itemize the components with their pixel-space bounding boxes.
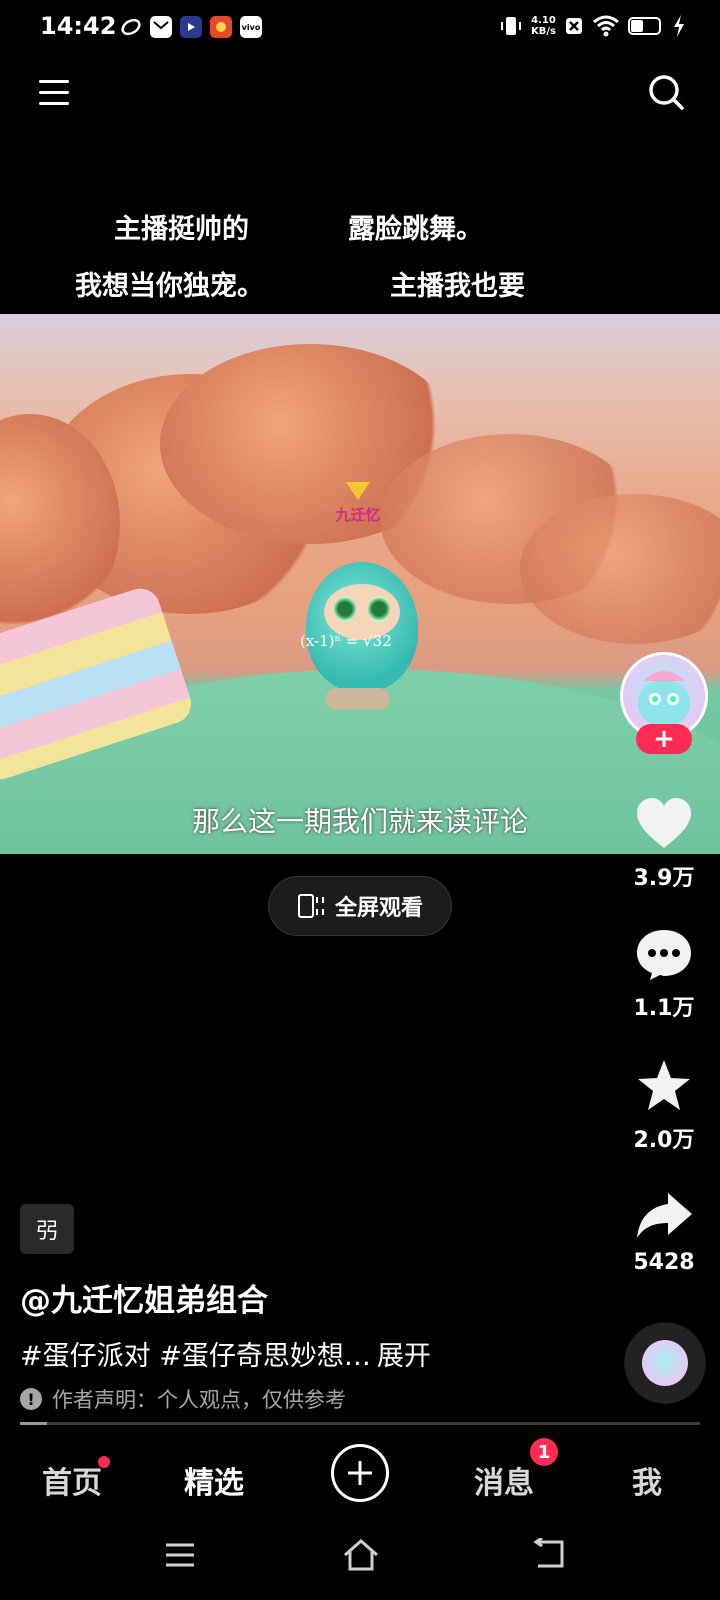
tag-chip[interactable]: 弜 (20, 1204, 74, 1254)
system-icons: 4.10 KB/s (499, 14, 686, 38)
tab-home[interactable]: 首页 (42, 1458, 102, 1502)
app-icon-a (120, 16, 142, 38)
like-count: 3.9万 (633, 866, 695, 891)
menu-icon (39, 80, 69, 83)
danmaku-comment: 露脸跳舞。 (348, 214, 483, 245)
tab-me[interactable]: 我 (632, 1458, 662, 1502)
player-tag: 九迁忆 (322, 482, 394, 525)
favorite-count: 2.0万 (633, 1128, 695, 1153)
egg-feet (326, 688, 390, 710)
home-icon[interactable] (342, 1538, 380, 1572)
music-cover (642, 1340, 688, 1386)
warning-icon: ! (20, 1388, 42, 1410)
music-disc[interactable] (624, 1322, 706, 1404)
fullscreen-icon (297, 894, 324, 918)
like-button[interactable]: 3.9万 (620, 796, 708, 892)
battery-icon (628, 17, 661, 35)
share-count: 5428 (633, 1250, 695, 1275)
net-speed: 4.10 KB/s (531, 15, 556, 37)
comment-icon (637, 930, 691, 980)
video-progress-bar[interactable] (20, 1422, 700, 1425)
net-speed-value: 4.10 (531, 15, 556, 26)
share-icon (637, 1193, 692, 1238)
net-speed-unit: KB/s (531, 26, 556, 37)
vivo-label: vivo (241, 22, 261, 32)
home-notification-dot (98, 1456, 110, 1468)
system-navigation-bar (0, 1520, 720, 1600)
author-name[interactable]: @九迁忆姐弟组合 (20, 1275, 268, 1320)
danmaku-comment: 主播我也要 (390, 271, 525, 302)
video-app-icon (180, 16, 202, 38)
messages-badge: 1 (530, 1438, 558, 1466)
menu-icon-bar (39, 102, 69, 105)
comment-button[interactable]: 1.1万 (620, 928, 708, 1022)
create-button[interactable] (331, 1444, 389, 1502)
video-description: #蛋仔派对 #蛋仔奇思妙想… 展开 (20, 1334, 431, 1373)
plus-icon (348, 1461, 372, 1485)
status-bar: 14:42 vivo 4.10 KB/s (0, 0, 720, 56)
search-icon (649, 75, 684, 110)
eye (334, 596, 356, 622)
comment-count: 1.1万 (633, 996, 695, 1021)
disclaimer-text: 作者声明：个人观点，仅供参考 (52, 1388, 346, 1412)
charging-icon (674, 15, 684, 37)
status-time: 14:42 (40, 12, 117, 40)
bottom-nav: 首页 精选 消息 1 我 (0, 1432, 720, 1512)
menu-button[interactable] (36, 74, 72, 110)
favorite-button[interactable]: 2.0万 (620, 1058, 708, 1154)
player-marker-icon (346, 482, 370, 500)
star-icon (638, 1060, 690, 1110)
eye (368, 596, 390, 622)
back-icon[interactable] (532, 1538, 566, 1570)
player-name: 九迁忆 (335, 506, 381, 524)
fullscreen-button[interactable]: 全屏观看 (268, 876, 452, 936)
expand-link[interactable]: 展开 (377, 1341, 431, 1372)
game-app-icon (210, 16, 232, 38)
follow-button[interactable]: + (636, 724, 692, 754)
danmaku-comment: 我想当你独宠。 (75, 271, 264, 302)
recent-apps-icon[interactable] (164, 1540, 196, 1570)
heart-icon (637, 798, 691, 848)
no-sim-icon (566, 18, 582, 34)
video-player[interactable]: 九迁忆 (x-1)ⁿ = √32 那么这一期我们就来读评论 (0, 314, 720, 854)
tab-messages[interactable]: 消息 (474, 1458, 534, 1502)
vibrate-icon (501, 17, 522, 35)
egg-character (306, 562, 418, 692)
fullscreen-label: 全屏观看 (334, 896, 423, 921)
hashtags[interactable]: #蛋仔派对 #蛋仔奇思妙想… (20, 1341, 371, 1372)
vivo-app-icon: vivo (240, 16, 262, 38)
progress-fill (20, 1422, 48, 1425)
menu-icon-bar (39, 91, 69, 94)
search-button[interactable] (646, 72, 686, 112)
mail-icon (150, 16, 172, 38)
video-subtitle: 那么这一期我们就来读评论 (191, 805, 528, 838)
formula-text: (x-1)ⁿ = √32 (300, 632, 392, 650)
notification-icons: vivo (120, 16, 262, 38)
author-disclaimer: ! 作者声明：个人观点，仅供参考 (20, 1384, 346, 1414)
wifi-icon (593, 15, 619, 37)
tab-featured[interactable]: 精选 (184, 1458, 244, 1502)
danmaku-comment: 主播挺帅的 (114, 214, 249, 245)
share-button[interactable]: 5428 (620, 1190, 708, 1275)
